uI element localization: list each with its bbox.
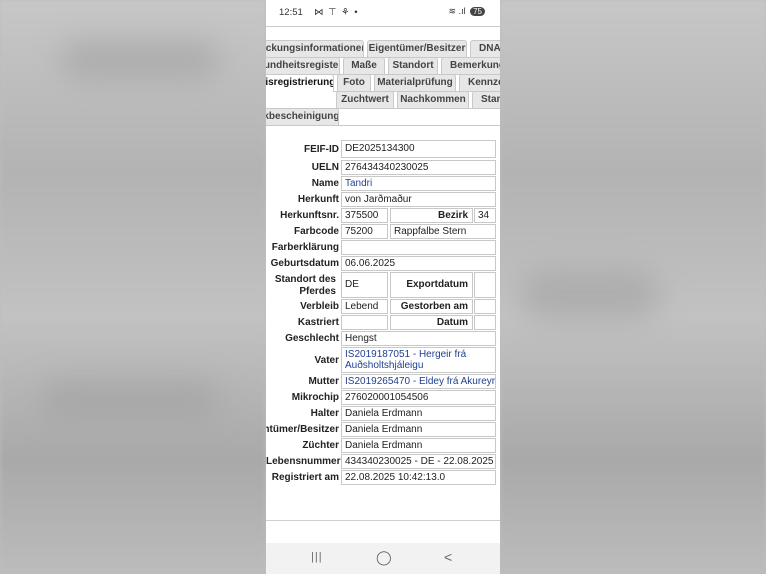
notification-icons: ⋈ ⊤ ⚘ • <box>314 7 359 18</box>
mutter-value[interactable]: IS2019265470 - Eldey frá Akureyri <box>341 374 496 389</box>
phone-screen: DE2025134300 - Tandri von Jarðmaður 12:5… <box>266 0 500 574</box>
clock: 12:51 <box>279 7 303 18</box>
tab-dna-blut[interactable]: DNA/B <box>470 40 500 57</box>
divider <box>266 125 500 126</box>
name-label: Name <box>311 178 339 189</box>
datum-value <box>474 315 496 330</box>
tab-masse[interactable]: Maße <box>343 57 385 74</box>
tab-foto[interactable]: Foto <box>337 74 371 91</box>
bezirk-label: Bezirk <box>390 208 473 223</box>
datum-label: Datum <box>390 315 473 330</box>
verbleib-label: Verbleib <box>300 301 339 312</box>
tab-eigentuemer-besitzer[interactable]: Eigentümer/Besitzer <box>367 40 467 57</box>
tab-kennzeichen[interactable]: Kennzeichen <box>459 74 500 91</box>
farbcode-value: 75200 <box>341 224 388 239</box>
halter-label: Halter <box>310 408 339 419</box>
geschlecht-value: Hengst <box>341 331 496 346</box>
eigentuemer-label: Eigentümer/Besitzer <box>266 424 339 435</box>
geburtsdatum-label: Geburtsdatum <box>270 258 339 269</box>
feif-id-label: FEIF-ID <box>304 144 339 155</box>
name-value[interactable]: Tandri <box>341 176 496 191</box>
battery-icon: 75 <box>470 7 485 16</box>
bezirk-value: 34 <box>474 208 496 223</box>
farberklaerung-value <box>341 240 496 255</box>
exportdatum-label: Exportdatum <box>390 272 473 298</box>
mikrochip-label: Mikrochip <box>291 392 339 403</box>
standort-value: DE <box>341 272 388 298</box>
android-nav-bar: ||| ◯ < <box>266 543 500 574</box>
farbcode-label: Farbcode <box>293 226 339 237</box>
background-blur-shape <box>40 380 220 420</box>
geburtsdatum-value: 06.06.2025 <box>341 256 496 271</box>
status-bar: 12:51 ⋈ ⊤ ⚘ • ≋ .ıl 75 <box>266 0 500 24</box>
lebensnummer-label: Lebensnummer <box>266 456 341 467</box>
tab-deckbescheinigung[interactable]: Deckbescheinigung <box>266 108 339 125</box>
vater-label: Vater <box>314 355 339 366</box>
registriert-value: 22.08.2025 10:42:13.0 <box>341 470 496 485</box>
divider <box>266 520 500 521</box>
farberklaerung-label: Farberklärung <box>271 242 339 253</box>
recents-icon[interactable]: ||| <box>311 550 323 564</box>
tab-materialpruefung[interactable]: Materialprüfung <box>374 74 456 91</box>
tab-bemerkungen[interactable]: Bemerkungen <box>441 57 500 74</box>
divider <box>266 26 500 27</box>
background-blur-shape <box>60 40 220 80</box>
ueln-value: 276434340230025 <box>341 160 496 175</box>
mutter-label: Mutter <box>308 376 339 387</box>
tab-zuchtwert[interactable]: Zuchtwert <box>336 91 394 108</box>
tab-nachkommen[interactable]: Nachkommen <box>397 91 469 108</box>
gestorben-value <box>474 299 496 314</box>
tab-deckungsinformationen[interactable]: Deckungsinformationen <box>266 40 364 57</box>
blurred-background-left <box>0 0 266 574</box>
tab-stammbaum[interactable]: Stamm <box>472 91 500 108</box>
herkunftsnr-label: Herkunftsnr. <box>280 210 339 221</box>
gestorben-label: Gestorben am <box>390 299 473 314</box>
lebensnummer-value: 434340230025 - DE - 22.08.2025 <box>341 454 496 469</box>
vater-value[interactable]: IS2019187051 - Hergeir frá Auðsholtshjál… <box>341 347 496 373</box>
tab-gesundheitsregister[interactable]: Gesundheitsregister <box>266 57 340 74</box>
signal-battery: ≋ .ıl 75 <box>449 6 485 17</box>
standort-label: Standort des Pferdes <box>274 274 336 297</box>
mikrochip-value: 276020001054506 <box>341 390 496 405</box>
eigentuemer-value: Daniela Erdmann <box>341 422 496 437</box>
exportdatum-value <box>474 272 496 298</box>
kastriert-value <box>341 315 388 330</box>
tab-standort[interactable]: Standort <box>388 57 438 74</box>
background-blur-shape <box>520 270 660 320</box>
tab-basisregistrierung[interactable]: Basisregistrierung <box>266 74 334 92</box>
halter-value: Daniela Erdmann <box>341 406 496 421</box>
home-icon[interactable]: ◯ <box>376 550 392 564</box>
tab-bar: Deckungsinformationen Eigentümer/Besitze… <box>266 38 500 128</box>
zuechter-value: Daniela Erdmann <box>341 438 496 453</box>
ueln-label: UELN <box>311 162 339 173</box>
herkunft-label: Herkunft <box>297 194 339 205</box>
registriert-label: Registriert am <box>271 472 339 483</box>
feif-id-value: DE2025134300 <box>341 140 496 158</box>
kastriert-label: Kastriert <box>297 317 339 328</box>
herkunftsnr-value: 375500 <box>341 208 388 223</box>
verbleib-value: Lebend <box>341 299 388 314</box>
wifi-signal-icon: ≋ .ıl <box>448 6 466 16</box>
back-icon[interactable]: < <box>444 550 452 564</box>
herkunft-value: von Jarðmaður <box>341 192 496 207</box>
farbe-value: Rappfalbe Stern <box>390 224 496 239</box>
zuechter-label: Züchter <box>302 440 339 451</box>
geschlecht-label: Geschlecht <box>285 333 339 344</box>
